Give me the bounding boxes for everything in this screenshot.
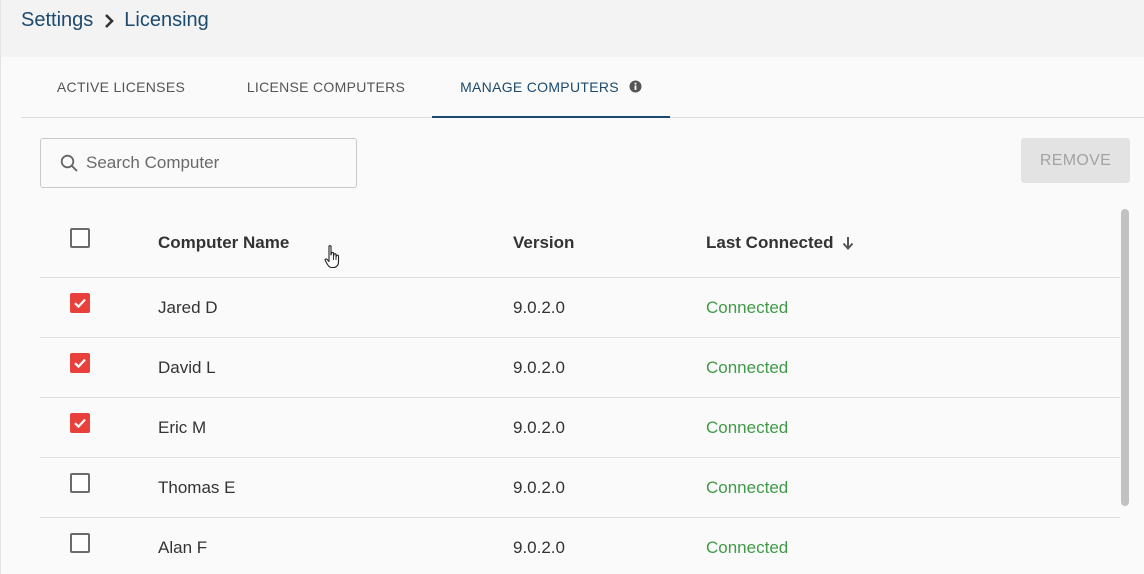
version: 9.0.2.0 <box>513 357 565 377</box>
info-icon[interactable] <box>629 80 642 93</box>
table-header-row: Computer Name Version Last Connected <box>40 208 1120 278</box>
version: 9.0.2.0 <box>513 417 565 437</box>
row-checkbox[interactable] <box>70 413 90 433</box>
version: 9.0.2.0 <box>513 297 565 317</box>
row-checkbox[interactable] <box>70 533 90 553</box>
row-checkbox[interactable] <box>70 473 90 493</box>
remove-button[interactable]: REMOVE <box>1021 138 1130 183</box>
page: Settings Licensing ACTIVE LICENSES LICEN… <box>0 0 1144 574</box>
column-header-computer-name[interactable]: Computer Name <box>158 208 289 277</box>
computers-table: Computer Name Version Last Connected Jar… <box>40 208 1120 574</box>
search-box <box>40 138 357 188</box>
tab-bar: ACTIVE LICENSES LICENSE COMPUTERS MANAGE… <box>21 57 1144 118</box>
computer-name: Alan F <box>158 538 208 557</box>
tab-manage-computers[interactable]: MANAGE COMPUTERS <box>432 57 670 118</box>
status-connected: Connected <box>706 417 789 437</box>
status-connected: Connected <box>706 297 789 317</box>
breadcrumb: Settings Licensing <box>1 0 1144 57</box>
tab-license-computers[interactable]: LICENSE COMPUTERS <box>231 57 421 117</box>
scrollbar-thumb[interactable] <box>1121 209 1129 506</box>
tab-label: LICENSE COMPUTERS <box>246 79 406 95</box>
computer-name: Eric M <box>158 417 207 437</box>
table-row[interactable]: Thomas E 9.0.2.0 Connected <box>40 458 1120 518</box>
version: 9.0.2.0 <box>513 477 565 497</box>
tab-label: MANAGE COMPUTERS <box>460 78 619 95</box>
breadcrumb-settings-link[interactable]: Settings <box>21 9 93 32</box>
table-row[interactable]: David L 9.0.2.0 Connected <box>40 338 1120 398</box>
computer-name: Thomas E <box>158 477 236 497</box>
tab-active-licenses[interactable]: ACTIVE LICENSES <box>21 57 221 117</box>
column-header-label: Last Connected <box>706 232 834 252</box>
row-checkbox[interactable] <box>70 293 90 313</box>
search-icon <box>60 154 78 172</box>
column-header-version[interactable]: Version <box>513 208 574 277</box>
version: 9.0.2.0 <box>513 538 565 557</box>
hand-pointer-icon <box>324 244 342 275</box>
select-all-checkbox[interactable] <box>70 228 90 248</box>
table-row[interactable]: Jared D 9.0.2.0 Connected <box>40 278 1120 338</box>
column-header-last-connected[interactable]: Last Connected <box>706 208 854 277</box>
tab-label: ACTIVE LICENSES <box>56 79 186 95</box>
table-row[interactable]: Alan F 9.0.2.0 Connected <box>40 518 1120 574</box>
status-connected: Connected <box>706 357 789 377</box>
chevron-right-icon <box>103 13 115 29</box>
arrow-down-icon <box>842 236 854 250</box>
table-row[interactable]: Eric M 9.0.2.0 Connected <box>40 398 1120 458</box>
status-connected: Connected <box>706 538 789 557</box>
computer-name: David L <box>158 357 216 377</box>
breadcrumb-current: Licensing <box>124 9 209 31</box>
status-connected: Connected <box>706 477 789 497</box>
computer-name: Jared D <box>158 297 218 317</box>
row-checkbox[interactable] <box>70 353 90 373</box>
search-input[interactable] <box>86 153 336 173</box>
